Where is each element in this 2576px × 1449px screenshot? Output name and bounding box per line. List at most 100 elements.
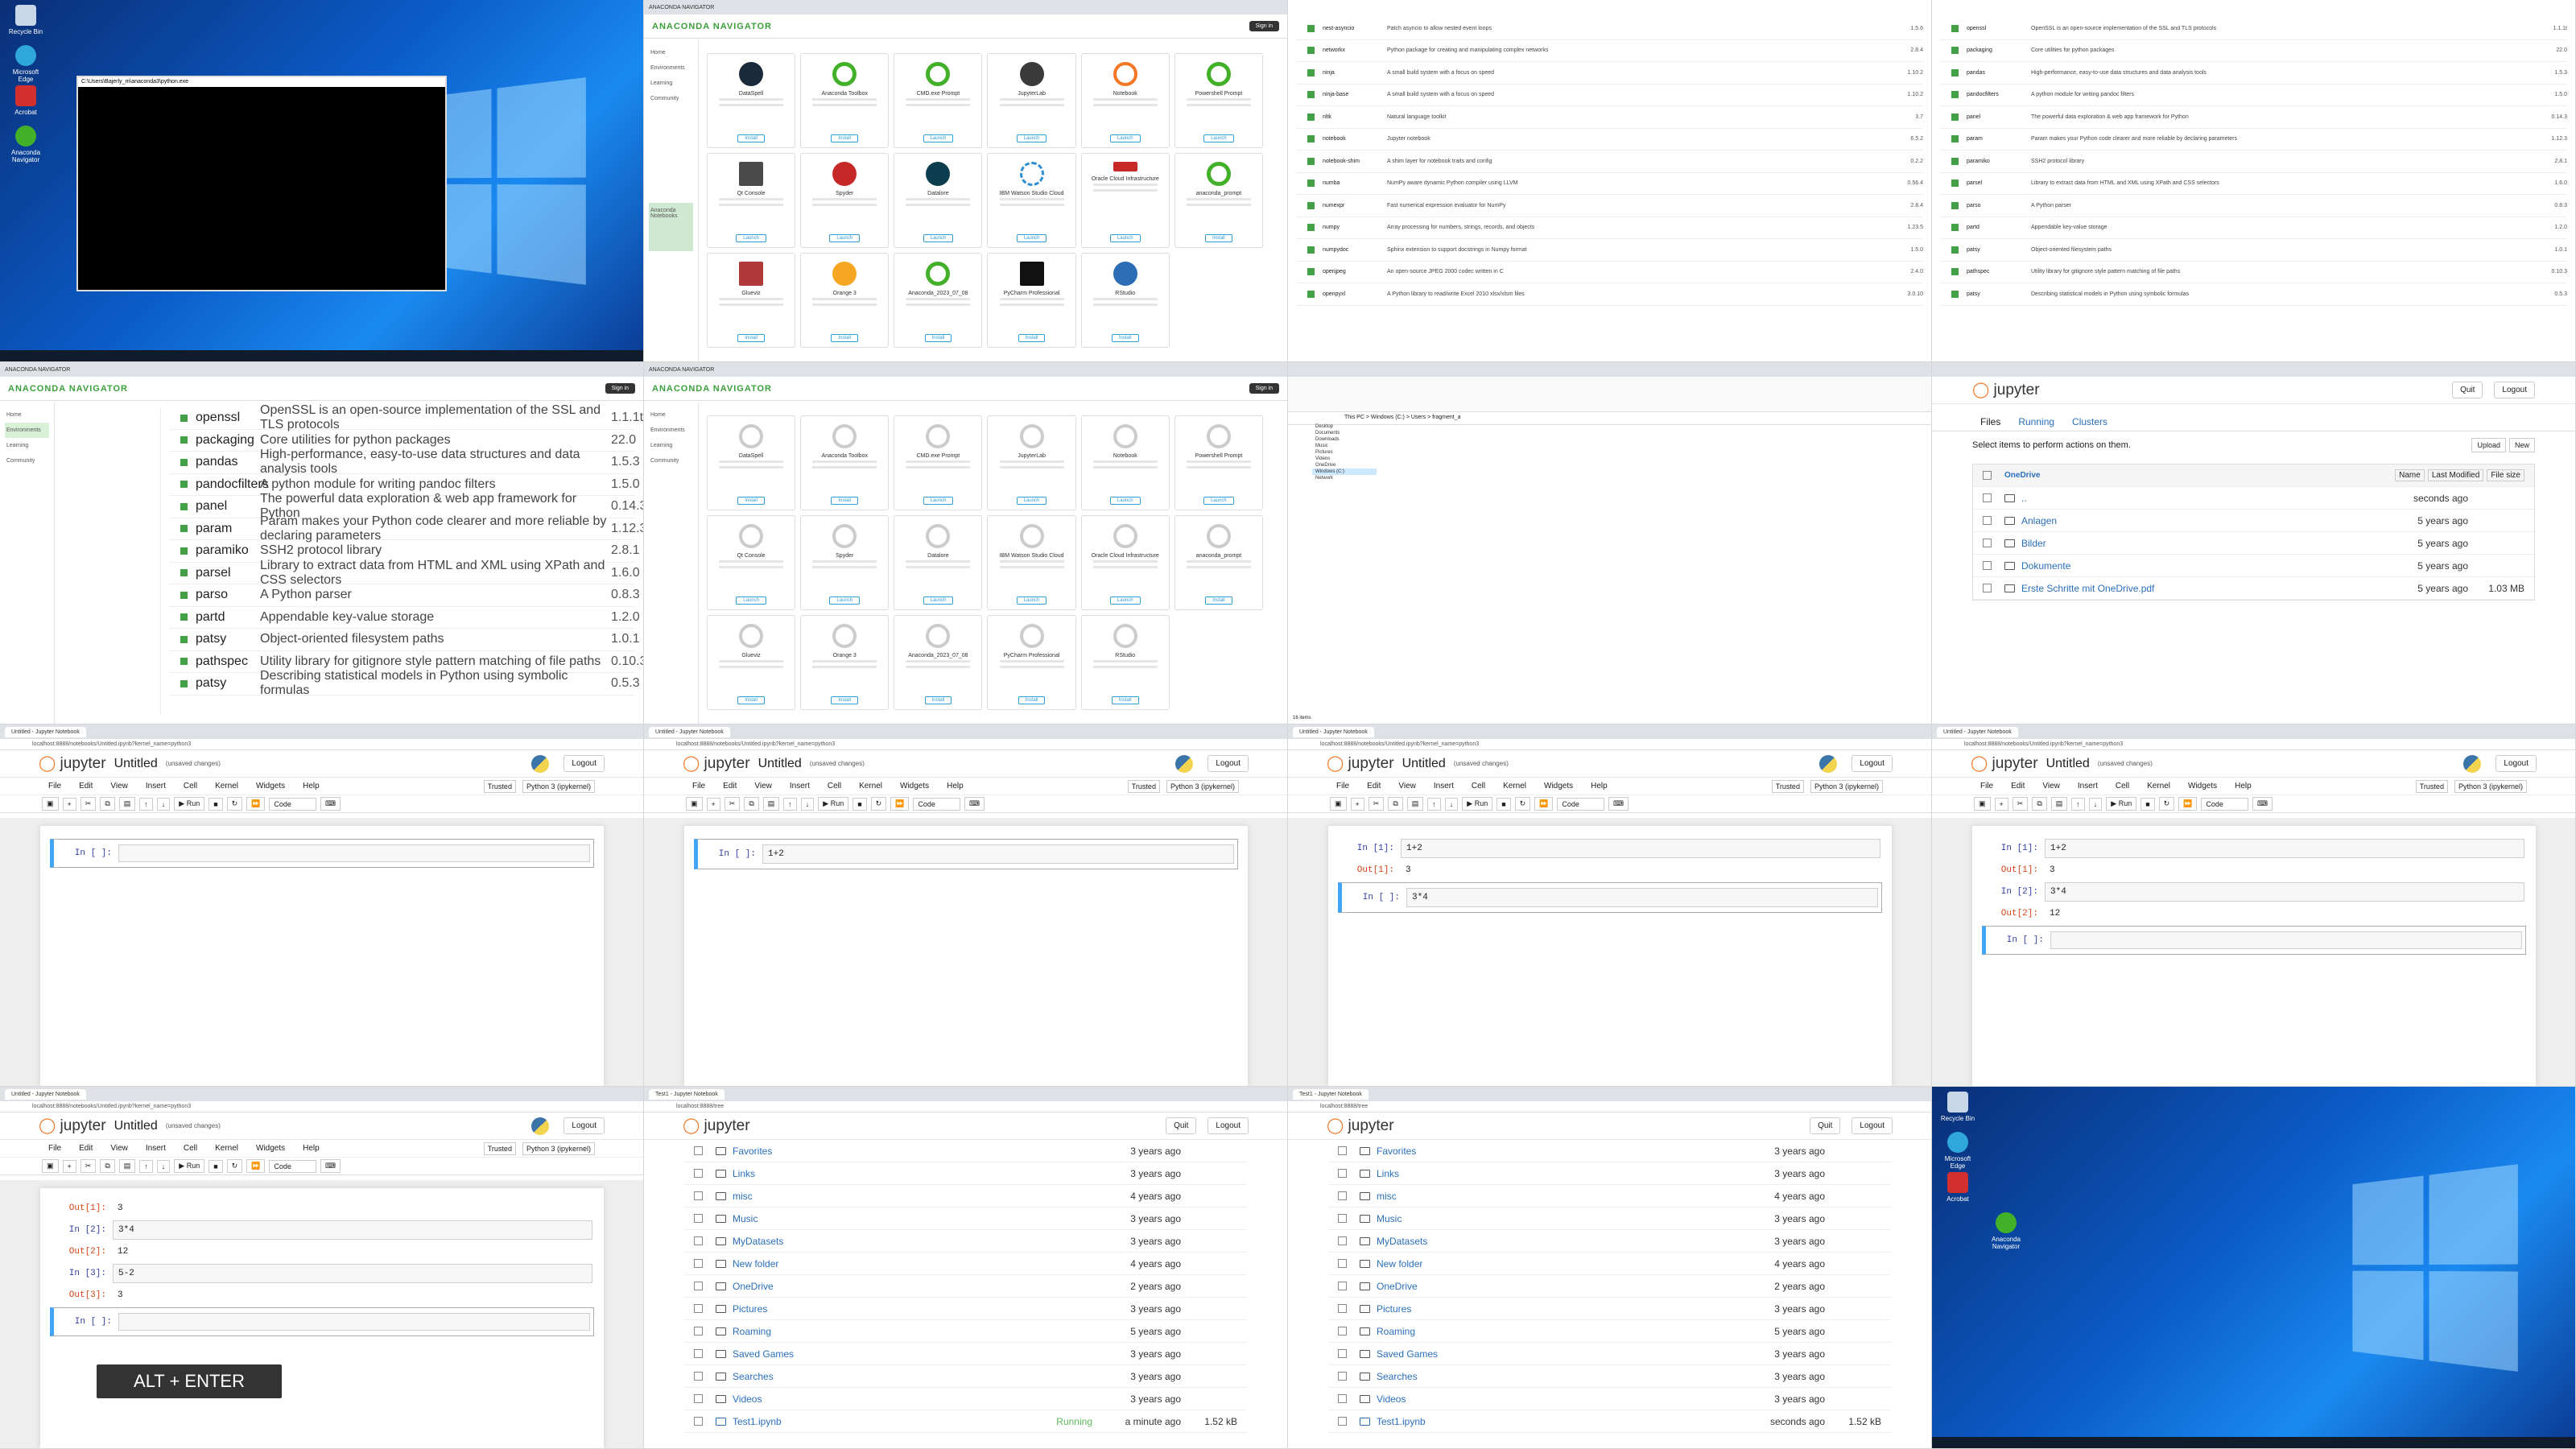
tree-item[interactable]: Videos bbox=[1312, 456, 1377, 462]
stop-icon[interactable]: ■ bbox=[852, 797, 867, 811]
restart-icon[interactable]: ↻ bbox=[226, 797, 243, 811]
file-row[interactable]: New folder 4 years ago bbox=[1328, 1253, 1891, 1275]
package-row[interactable]: openjpeg An open-source JPEG 2000 codec … bbox=[1296, 262, 1923, 283]
package-row[interactable]: nltk Natural language toolkit 3.7 bbox=[1296, 106, 1923, 129]
sort-modified[interactable]: Last Modified bbox=[2427, 469, 2484, 481]
package-row[interactable]: notebook-shim A shim layer for notebook … bbox=[1296, 151, 1923, 173]
code-cell[interactable]: In [ ]: bbox=[50, 839, 594, 868]
menu-insert[interactable]: Insert bbox=[790, 782, 810, 791]
app-card[interactable]: anaconda_prompt Install bbox=[1174, 153, 1263, 248]
url-bar[interactable]: localhost:8888/notebooks/Untitled.ipynb?… bbox=[644, 739, 1287, 750]
row-checkbox[interactable] bbox=[1338, 1282, 1347, 1290]
install-button[interactable]: Install bbox=[831, 334, 859, 342]
row-checkbox[interactable] bbox=[694, 1146, 703, 1155]
file-name[interactable]: Saved Games bbox=[1377, 1348, 1736, 1360]
move-down-icon[interactable]: ↓ bbox=[1444, 797, 1459, 811]
tab-clusters[interactable]: Clusters bbox=[2072, 416, 2107, 427]
acrobat-icon[interactable]: Acrobat bbox=[1940, 1172, 1975, 1203]
app-card[interactable]: Oracle Cloud Infrastructure Launch bbox=[1080, 515, 1170, 610]
package-row[interactable]: pandocfilters A python module for writin… bbox=[1940, 85, 2567, 106]
package-checkbox[interactable] bbox=[1307, 24, 1315, 32]
menu-insert[interactable]: Insert bbox=[2078, 782, 2098, 791]
row-checkbox[interactable] bbox=[1338, 1236, 1347, 1245]
file-row[interactable]: Anlagen 5 years ago bbox=[1973, 510, 2534, 532]
sign-in-button[interactable]: Sign in bbox=[1249, 383, 1279, 394]
file-row[interactable]: Saved Games 3 years ago bbox=[684, 1343, 1247, 1365]
trusted-badge[interactable]: Trusted bbox=[483, 779, 516, 793]
file-row[interactable]: Links 3 years ago bbox=[684, 1162, 1247, 1185]
package-row[interactable]: param Param makes your Python code clear… bbox=[1940, 129, 2567, 151]
keyboard-icon[interactable]: ⌨ bbox=[2252, 797, 2273, 811]
package-checkbox[interactable] bbox=[1951, 224, 1959, 232]
url-bar[interactable]: localhost:8888/notebooks/Untitled.ipynb?… bbox=[1932, 739, 2575, 750]
file-name[interactable]: OneDrive bbox=[1377, 1281, 1736, 1292]
move-up-icon[interactable]: ↑ bbox=[2071, 797, 2085, 811]
anaconda-icon[interactable]: Anaconda Navigator bbox=[8, 126, 43, 163]
file-row[interactable]: New folder 4 years ago bbox=[684, 1253, 1247, 1275]
menu-edit[interactable]: Edit bbox=[2011, 782, 2025, 791]
browser-tab[interactable]: Untitled - Jupyter Notebook bbox=[1937, 726, 2018, 737]
launch-button[interactable]: Launch bbox=[1109, 134, 1141, 142]
file-name[interactable]: New folder bbox=[1377, 1258, 1736, 1269]
file-row[interactable]: misc 4 years ago bbox=[684, 1185, 1247, 1208]
file-row[interactable]: Roaming 5 years ago bbox=[684, 1320, 1247, 1343]
file-row[interactable]: OneDrive 2 years ago bbox=[684, 1275, 1247, 1298]
menu-file[interactable]: File bbox=[1980, 782, 1993, 791]
cell-input[interactable]: 1+2 bbox=[762, 844, 1234, 864]
logout-button[interactable]: Logout bbox=[564, 1117, 605, 1134]
app-action-button[interactable]: Launch bbox=[736, 597, 766, 605]
cell-input[interactable]: 3*4 bbox=[113, 1220, 592, 1240]
menu-file[interactable]: File bbox=[692, 782, 705, 791]
app-card[interactable]: PyCharm Professional Install bbox=[987, 615, 1076, 710]
browser-tab[interactable]: Untitled - Jupyter Notebook bbox=[649, 726, 730, 737]
file-name[interactable]: New folder bbox=[733, 1258, 1092, 1269]
launch-button[interactable]: Launch bbox=[829, 234, 861, 242]
nav-home[interactable]: Home bbox=[649, 407, 693, 423]
paste-icon[interactable]: ▤ bbox=[1406, 797, 1424, 811]
package-row[interactable]: patsy Object-oriented filesystem paths 1… bbox=[1940, 239, 2567, 262]
row-checkbox[interactable] bbox=[694, 1372, 703, 1381]
package-checkbox[interactable] bbox=[180, 613, 188, 621]
package-row[interactable]: ninja A small build system with a focus … bbox=[1296, 62, 1923, 85]
url-bar[interactable]: localhost:8888/notebooks/Untitled.ipynb?… bbox=[0, 739, 643, 750]
app-card[interactable]: Datalore Launch bbox=[894, 153, 983, 248]
app-action-button[interactable]: Install bbox=[924, 696, 952, 704]
file-name[interactable]: Erste Schritte mit OneDrive.pdf bbox=[2021, 583, 2380, 594]
package-checkbox[interactable] bbox=[1307, 135, 1315, 143]
cut-icon[interactable]: ✂ bbox=[80, 797, 97, 811]
notebook-title[interactable]: Untitled bbox=[114, 757, 158, 771]
menu-view[interactable]: View bbox=[110, 782, 128, 791]
package-row[interactable]: networkx Python package for creating and… bbox=[1296, 40, 1923, 62]
logout-button[interactable]: Logout bbox=[2494, 382, 2535, 398]
nav-environments[interactable]: Environments bbox=[649, 60, 693, 76]
menu-help[interactable]: Help bbox=[303, 782, 320, 791]
app-card[interactable]: JupyterLab Launch bbox=[987, 415, 1076, 510]
app-card[interactable]: Anaconda_2023_07_08 Install bbox=[894, 615, 983, 710]
package-row[interactable]: openssl OpenSSL is an open-source implem… bbox=[1940, 18, 2567, 40]
package-checkbox[interactable] bbox=[1307, 224, 1315, 232]
app-card[interactable]: RStudio Install bbox=[1080, 253, 1170, 348]
restart-run-icon[interactable]: ⏩ bbox=[246, 797, 266, 811]
select-all-checkbox[interactable] bbox=[1983, 471, 1992, 480]
file-row[interactable]: Searches 3 years ago bbox=[684, 1365, 1247, 1388]
notebooks-promo[interactable]: Anaconda Notebooks bbox=[649, 203, 693, 251]
package-row[interactable]: parsel Library to extract data from HTML… bbox=[1940, 173, 2567, 195]
row-checkbox[interactable] bbox=[694, 1214, 703, 1223]
install-button[interactable]: Install bbox=[737, 334, 765, 342]
cell-type-select[interactable]: Code bbox=[269, 797, 316, 811]
package-checkbox[interactable] bbox=[1951, 47, 1959, 55]
run-button[interactable]: ▶ Run bbox=[818, 797, 849, 811]
recycle-bin-icon[interactable]: Recycle Bin bbox=[1940, 1092, 1975, 1122]
cell-input[interactable]: 1+2 bbox=[1401, 839, 1880, 858]
url-bar[interactable]: localhost:8888/notebooks/Untitled.ipynb?… bbox=[0, 1101, 643, 1113]
package-checkbox[interactable] bbox=[1951, 246, 1959, 254]
row-checkbox[interactable] bbox=[1338, 1372, 1347, 1381]
logout-button[interactable]: Logout bbox=[1208, 1117, 1249, 1134]
launch-button[interactable]: Launch bbox=[923, 134, 954, 142]
quit-button[interactable]: Quit bbox=[2452, 382, 2483, 398]
row-checkbox[interactable] bbox=[694, 1169, 703, 1178]
file-name[interactable]: Saved Games bbox=[733, 1348, 1092, 1360]
package-checkbox[interactable] bbox=[1951, 157, 1959, 165]
file-row[interactable]: Roaming 5 years ago bbox=[1328, 1320, 1891, 1343]
menu-insert[interactable]: Insert bbox=[1434, 782, 1454, 791]
